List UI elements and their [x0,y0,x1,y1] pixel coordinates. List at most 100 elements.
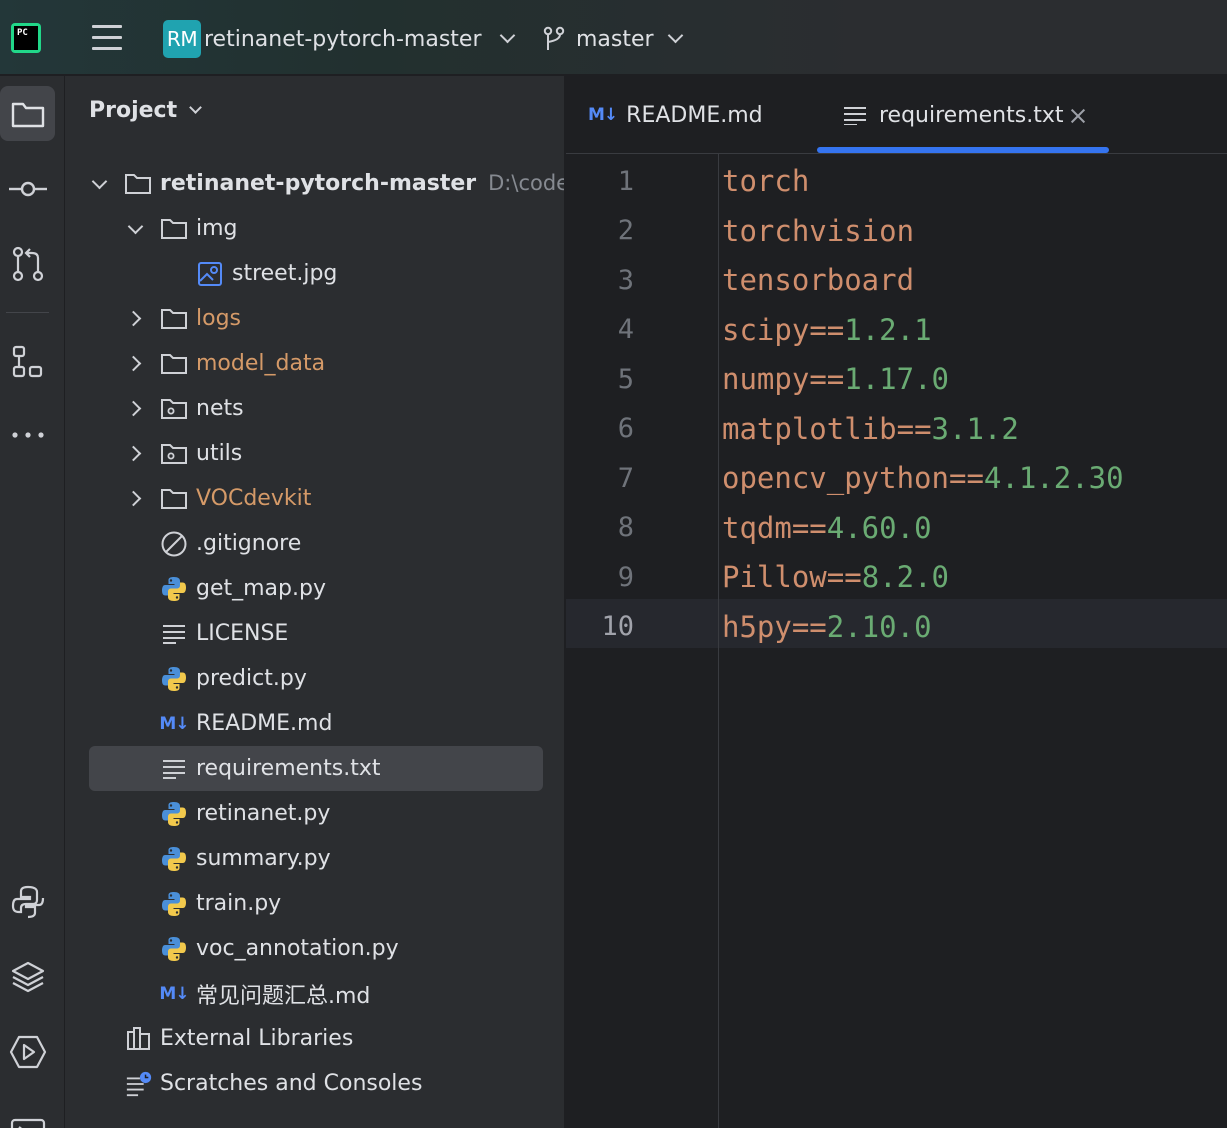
version-number: 4.60.0 [826,510,932,545]
code-text: tqdm==4.60.0 [722,511,932,545]
expand-arrow-icon[interactable] [125,219,145,239]
branch-name: master [576,26,654,52]
expand-arrow-icon[interactable] [89,174,109,194]
tree-item[interactable]: requirements.txt [65,746,564,791]
main-menu-button[interactable] [88,20,126,56]
code-line[interactable]: 3 tensorboard [566,255,1227,305]
tree-item[interactable]: logs [65,296,564,341]
folder-icon [160,215,188,243]
python-console-tool-button[interactable] [0,874,55,929]
line-number: 5 [617,363,634,395]
scratches-label: Scratches and Consoles [160,1071,423,1096]
tree-item[interactable]: nets [65,386,564,431]
project-tool-button[interactable] [0,86,55,141]
tree-item-label: predict.py [196,666,307,691]
package-name: tensorboard [722,263,915,297]
code-line[interactable]: 7 opencv_python==4.1.2.30 [566,453,1227,503]
project-switcher[interactable]: RM retinanet-pytorch-master [163,20,515,58]
line-number: 1 [617,165,634,197]
tree-item-label: summary.py [196,846,331,871]
code-text: Pillow==8.2.0 [722,560,949,594]
line-number: 3 [617,264,634,296]
editor-area: M↓ README.md requirements.txt 1 torch 2 tor… [566,76,1227,1128]
git-branch-icon [543,26,565,50]
tree-item[interactable]: summary.py [65,836,564,881]
tree-item-label: street.jpg [232,261,338,286]
tree-item[interactable]: street.jpg [65,251,564,296]
python-packages-tool-button[interactable] [0,949,55,1004]
pycharm-logo-icon[interactable]: PC [11,23,41,53]
code-text: numpy==1.17.0 [722,362,949,396]
tree-item[interactable]: utils [65,431,564,476]
image-file-icon [196,260,224,288]
version-operator: == [791,510,827,545]
tab-requirements[interactable]: requirements.txt [843,76,1063,154]
tree-item-label: model_data [196,351,326,376]
tab-readme[interactable]: M↓ README.md [588,76,763,154]
package-name: opencv_python [722,461,949,495]
structure-tool-button[interactable] [0,334,55,389]
tree-item[interactable]: predict.py [65,656,564,701]
tree-item-label: get_map.py [196,576,326,601]
library-icon [125,1025,153,1053]
tab-label: README.md [626,102,763,128]
collapse-arrow-icon[interactable] [125,309,145,329]
tree-scratches-and-consoles[interactable]: Scratches and Consoles [65,1061,564,1106]
line-number: 2 [617,215,634,246]
branch-switcher[interactable]: master [542,20,683,58]
version-operator: == [948,461,984,495]
terminal-tool-button[interactable] [0,1098,55,1128]
tree-item-label: train.py [196,891,282,916]
package-name: Pillow [722,560,827,594]
code-line[interactable]: 1 torch [566,156,1227,206]
tree-item[interactable]: model_data [65,341,564,386]
code-line[interactable]: 9 Pillow==8.2.0 [566,552,1227,602]
folder-icon [124,170,152,198]
pull-request-icon [12,246,43,281]
tree-item[interactable]: M↓ README.md [65,701,564,746]
close-tab-icon[interactable] [1068,106,1088,126]
toolstrip-divider [6,312,49,313]
tree-item[interactable]: VOCdevkit [65,476,564,521]
hamburger-icon-bar [92,47,122,50]
code-line[interactable]: 4 scipy==1.2.1 [566,305,1227,355]
tree-item[interactable]: M↓ 常见问题汇总.md [65,971,564,1016]
project-view-selector[interactable]: Project [89,98,202,123]
collapse-arrow-icon[interactable] [125,354,145,374]
tree-item[interactable]: .gitignore [65,521,564,566]
line-number: 4 [617,314,634,345]
code-line[interactable]: 2 torchvision [566,206,1227,256]
tree-item[interactable]: retinanet.py [65,791,564,836]
tree-item[interactable]: voc_annotation.py [65,926,564,971]
python-file-icon [160,890,188,918]
python-file-icon [160,845,188,873]
markdown-icon: M↓ [159,983,189,1004]
collapse-arrow-icon[interactable] [125,489,145,509]
tree-item[interactable]: img [65,206,564,251]
collapse-arrow-icon[interactable] [125,399,145,419]
services-tool-button[interactable] [0,1024,55,1079]
version-operator: == [896,411,932,446]
more-tools-button[interactable] [0,407,55,462]
tree-item[interactable]: LICENSE [65,611,564,656]
collapse-arrow-icon[interactable] [125,444,145,464]
tree-item[interactable]: train.py [65,881,564,926]
commit-tool-button[interactable] [0,161,55,216]
code-line[interactable]: 8 tqdm==4.60.0 [566,503,1227,553]
tree-root-row[interactable]: retinanet-pytorch-master D:\code\re [65,161,564,206]
tree-external-libraries[interactable]: External Libraries [65,1016,564,1061]
line-number: 10 [601,611,634,642]
markdown-icon: M↓ [588,105,618,125]
pull-requests-tool-button[interactable] [0,236,55,291]
chevron-down-icon [667,27,683,44]
code-text: torchvision [722,214,914,248]
code-line[interactable]: 6 matplotlib==3.1.2 [566,404,1227,454]
project-badge: RM [163,20,201,58]
python-file-icon [160,575,188,603]
tree-item[interactable]: get_map.py [65,566,564,611]
code-line[interactable]: 5 numpy==1.17.0 [566,354,1227,404]
root-path: D:\code\re [488,171,564,195]
tree-item-label: requirements.txt [196,756,381,781]
code-line[interactable]: 10 h5py==2.10.0 [566,602,1227,652]
root-name: retinanet-pytorch-master [160,171,477,196]
